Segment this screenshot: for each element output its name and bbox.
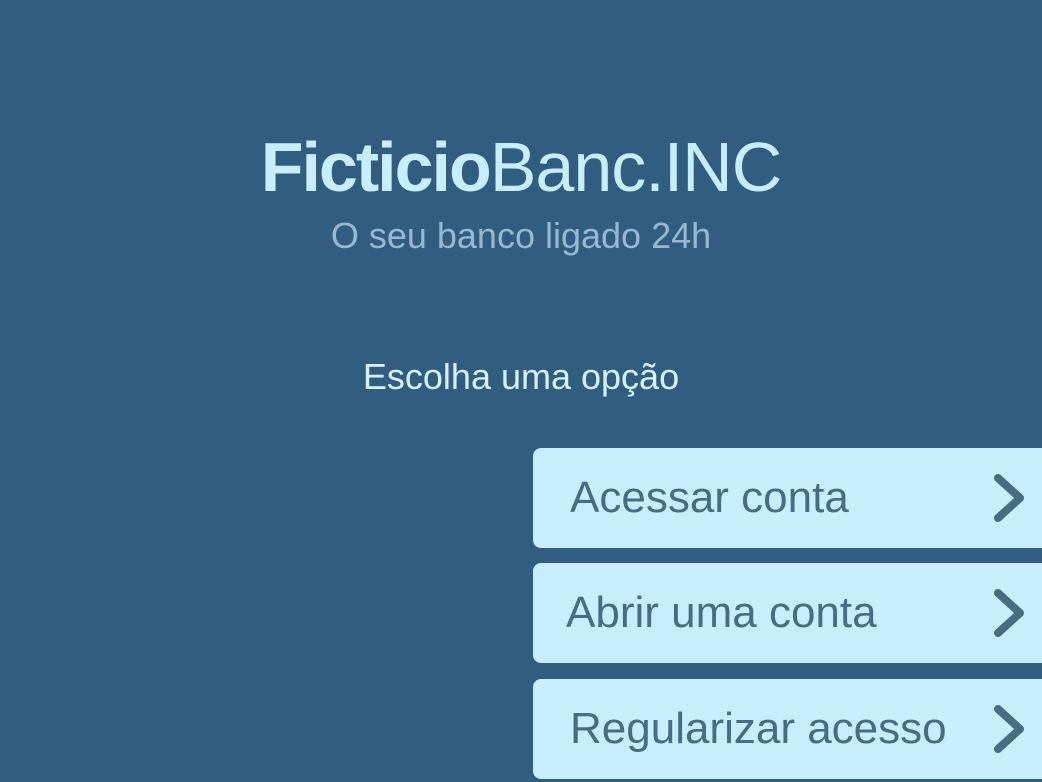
brand-logo: FicticioBanc.INC bbox=[0, 128, 1042, 206]
brand-name-bold: Ficticio bbox=[260, 128, 492, 206]
chevron-right-icon bbox=[994, 705, 1024, 753]
access-account-label: Acessar conta bbox=[570, 473, 849, 522]
access-account-button[interactable]: Acessar conta bbox=[533, 448, 1042, 548]
chevron-right-icon bbox=[994, 589, 1024, 637]
brand-name-light: Banc.INC bbox=[489, 128, 783, 206]
brand-tagline: O seu banco ligado 24h bbox=[330, 215, 712, 256]
regularize-access-button[interactable]: Regularizar acesso bbox=[533, 679, 1042, 779]
open-account-label: Abrir uma conta bbox=[566, 588, 877, 637]
regularize-access-label: Regularizar acesso bbox=[570, 704, 947, 753]
open-account-button[interactable]: Abrir uma conta bbox=[533, 563, 1042, 663]
choose-option-prompt: Escolha uma opção bbox=[362, 356, 680, 397]
chevron-right-icon bbox=[994, 474, 1024, 522]
